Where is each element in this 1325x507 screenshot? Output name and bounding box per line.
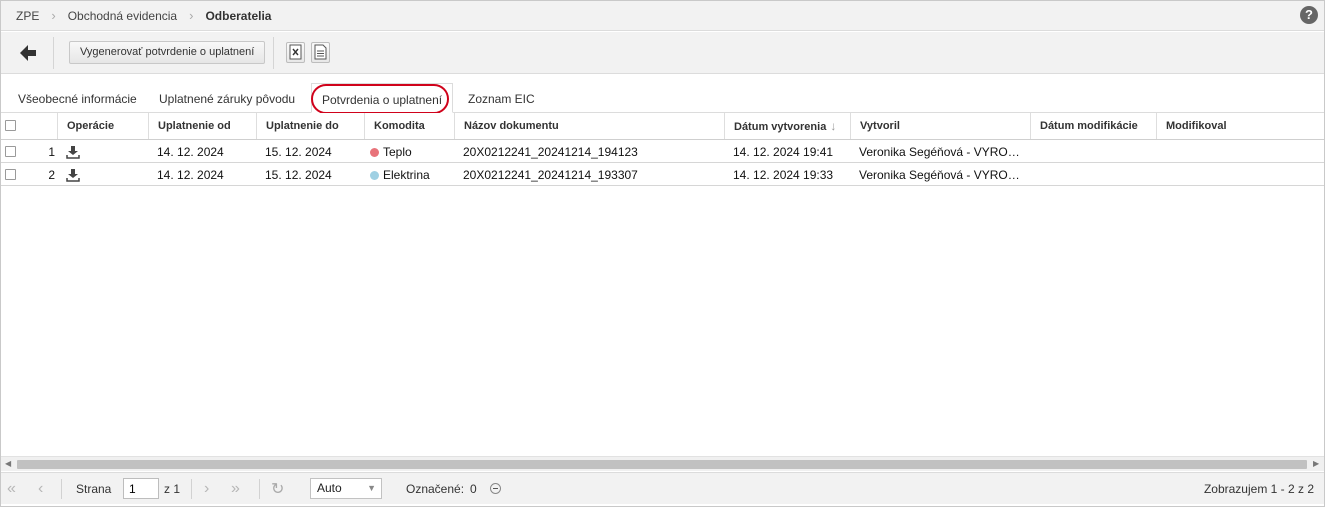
- column-header-operations[interactable]: Operácie: [57, 113, 148, 139]
- tab-bar: Všeobecné informácie Uplatnené záruky pô…: [1, 75, 1324, 113]
- excel-export-icon[interactable]: [286, 42, 305, 63]
- scroll-left-icon[interactable]: ◀: [5, 459, 11, 468]
- commodity-cell: Elektrina: [370, 164, 430, 186]
- app-window: ZPE › Obchodná evidencia › Odberatelia ?…: [0, 0, 1325, 507]
- tab-applied-guarantees[interactable]: Uplatnené záruky pôvodu: [159, 92, 295, 106]
- column-header-modified-by[interactable]: Modifikoval: [1156, 113, 1324, 139]
- breadcrumb-item-obchodna-evidencia[interactable]: Obchodná evidencia: [68, 9, 177, 23]
- toolbar-divider: [273, 37, 274, 69]
- toolbar-divider: [53, 37, 54, 69]
- download-icon[interactable]: [66, 145, 80, 159]
- last-page-icon[interactable]: »: [231, 480, 240, 498]
- commodity-label: Elektrina: [383, 168, 430, 182]
- arrow-left-icon[interactable]: [17, 42, 39, 64]
- table-row[interactable]: 2 14. 12. 2024 15. 12. 2024 Elektrina 20…: [1, 164, 1324, 186]
- created-date-label: Dátum vytvorenia: [734, 121, 827, 133]
- pager-divider: [259, 479, 260, 499]
- next-page-icon[interactable]: ›: [204, 480, 209, 498]
- column-header-applied-to[interactable]: Uplatnenie do: [256, 113, 364, 139]
- column-header-document-name[interactable]: Názov dokumentu: [454, 113, 724, 139]
- tab-general-info[interactable]: Všeobecné informácie: [18, 92, 137, 106]
- applied-to-cell: 15. 12. 2024: [265, 145, 332, 159]
- column-header-applied-from[interactable]: Uplatnenie od: [148, 113, 256, 139]
- clear-selection-icon[interactable]: [490, 483, 501, 494]
- selected-count: 0: [470, 482, 477, 496]
- breadcrumb-item-zpe[interactable]: ZPE: [16, 9, 39, 23]
- table-row[interactable]: 1 14. 12. 2024 15. 12. 2024 Teplo 20X021…: [1, 141, 1324, 163]
- download-icon[interactable]: [66, 168, 80, 182]
- sort-descending-icon: ↓: [830, 119, 837, 133]
- created-date-cell: 14. 12. 2024 19:33: [733, 168, 834, 182]
- commodity-teplo-dot: [370, 148, 379, 157]
- records-summary: Zobrazujem 1 - 2 z 2: [1203, 482, 1314, 496]
- breadcrumb-item-odberatelia: Odberatelia: [205, 8, 272, 23]
- page-size-value: Auto: [317, 481, 342, 495]
- scroll-right-icon[interactable]: ▶: [1313, 459, 1319, 468]
- row-number: 2: [48, 168, 55, 182]
- document-name-cell: 20X0212241_20241214_194123: [463, 145, 638, 159]
- column-header-commodity[interactable]: Komodita: [364, 113, 454, 139]
- breadcrumb-separator-icon: ›: [189, 8, 194, 23]
- row-checkbox[interactable]: [5, 169, 16, 180]
- selected-label: Označené:: [406, 482, 465, 496]
- select-all-checkbox[interactable]: [5, 120, 16, 131]
- breadcrumb: ZPE › Obchodná evidencia › Odberatelia ?: [1, 1, 1324, 31]
- scrollbar-thumb[interactable]: [17, 460, 1307, 469]
- commodity-cell: Teplo: [370, 141, 412, 163]
- page-count-label: z 1: [164, 482, 181, 496]
- page-size-select[interactable]: Auto ▼: [310, 478, 382, 499]
- grid-header: Operácie Uplatnenie od Uplatnenie do Kom…: [1, 113, 1324, 140]
- chevron-down-icon: ▼: [367, 483, 376, 493]
- help-icon[interactable]: ?: [1300, 6, 1318, 24]
- row-number: 1: [48, 145, 55, 159]
- applied-to-cell: 15. 12. 2024: [265, 168, 332, 182]
- horizontal-scrollbar[interactable]: ◀ ▶: [1, 456, 1324, 471]
- generate-confirmation-button[interactable]: Vygenerovať potvrdenie o uplatnení: [69, 41, 266, 64]
- created-by-cell: Veronika Segéňová - VYRO…: [859, 168, 1020, 182]
- toolbar: Vygenerovať potvrdenie o uplatnení: [1, 32, 1324, 74]
- document-name-cell: 20X0212241_20241214_193307: [463, 168, 638, 182]
- commodity-elektrina-dot: [370, 171, 379, 180]
- column-header-created-date[interactable]: Dátum vytvorenia ↓: [724, 113, 850, 139]
- created-by-cell: Veronika Segéňová - VYRO…: [859, 145, 1020, 159]
- commodity-label: Teplo: [383, 145, 412, 159]
- applied-from-cell: 14. 12. 2024: [157, 168, 224, 182]
- column-header-created-by[interactable]: Vytvoril: [850, 113, 1030, 139]
- breadcrumb-separator-icon: ›: [51, 8, 56, 23]
- page-label: Strana: [76, 482, 112, 496]
- pager-divider: [191, 479, 192, 499]
- created-date-cell: 14. 12. 2024 19:41: [733, 145, 834, 159]
- first-page-icon[interactable]: «: [7, 480, 16, 498]
- applied-from-cell: 14. 12. 2024: [157, 145, 224, 159]
- pager: « ‹ Strana z 1 › » ↻ Auto ▼ Označené: 0 Z…: [1, 472, 1324, 504]
- pager-divider: [61, 479, 62, 499]
- row-checkbox[interactable]: [5, 146, 16, 157]
- refresh-icon[interactable]: ↻: [271, 479, 284, 499]
- previous-page-icon[interactable]: ‹: [38, 480, 43, 498]
- tab-eic-list[interactable]: Zoznam EIC: [468, 92, 535, 106]
- column-header-modified-date[interactable]: Dátum modifikácie: [1030, 113, 1156, 139]
- tab-confirmations[interactable]: Potvrdenia o uplatnení: [311, 83, 454, 113]
- document-export-icon[interactable]: [311, 42, 330, 63]
- page-number-input[interactable]: [123, 478, 159, 499]
